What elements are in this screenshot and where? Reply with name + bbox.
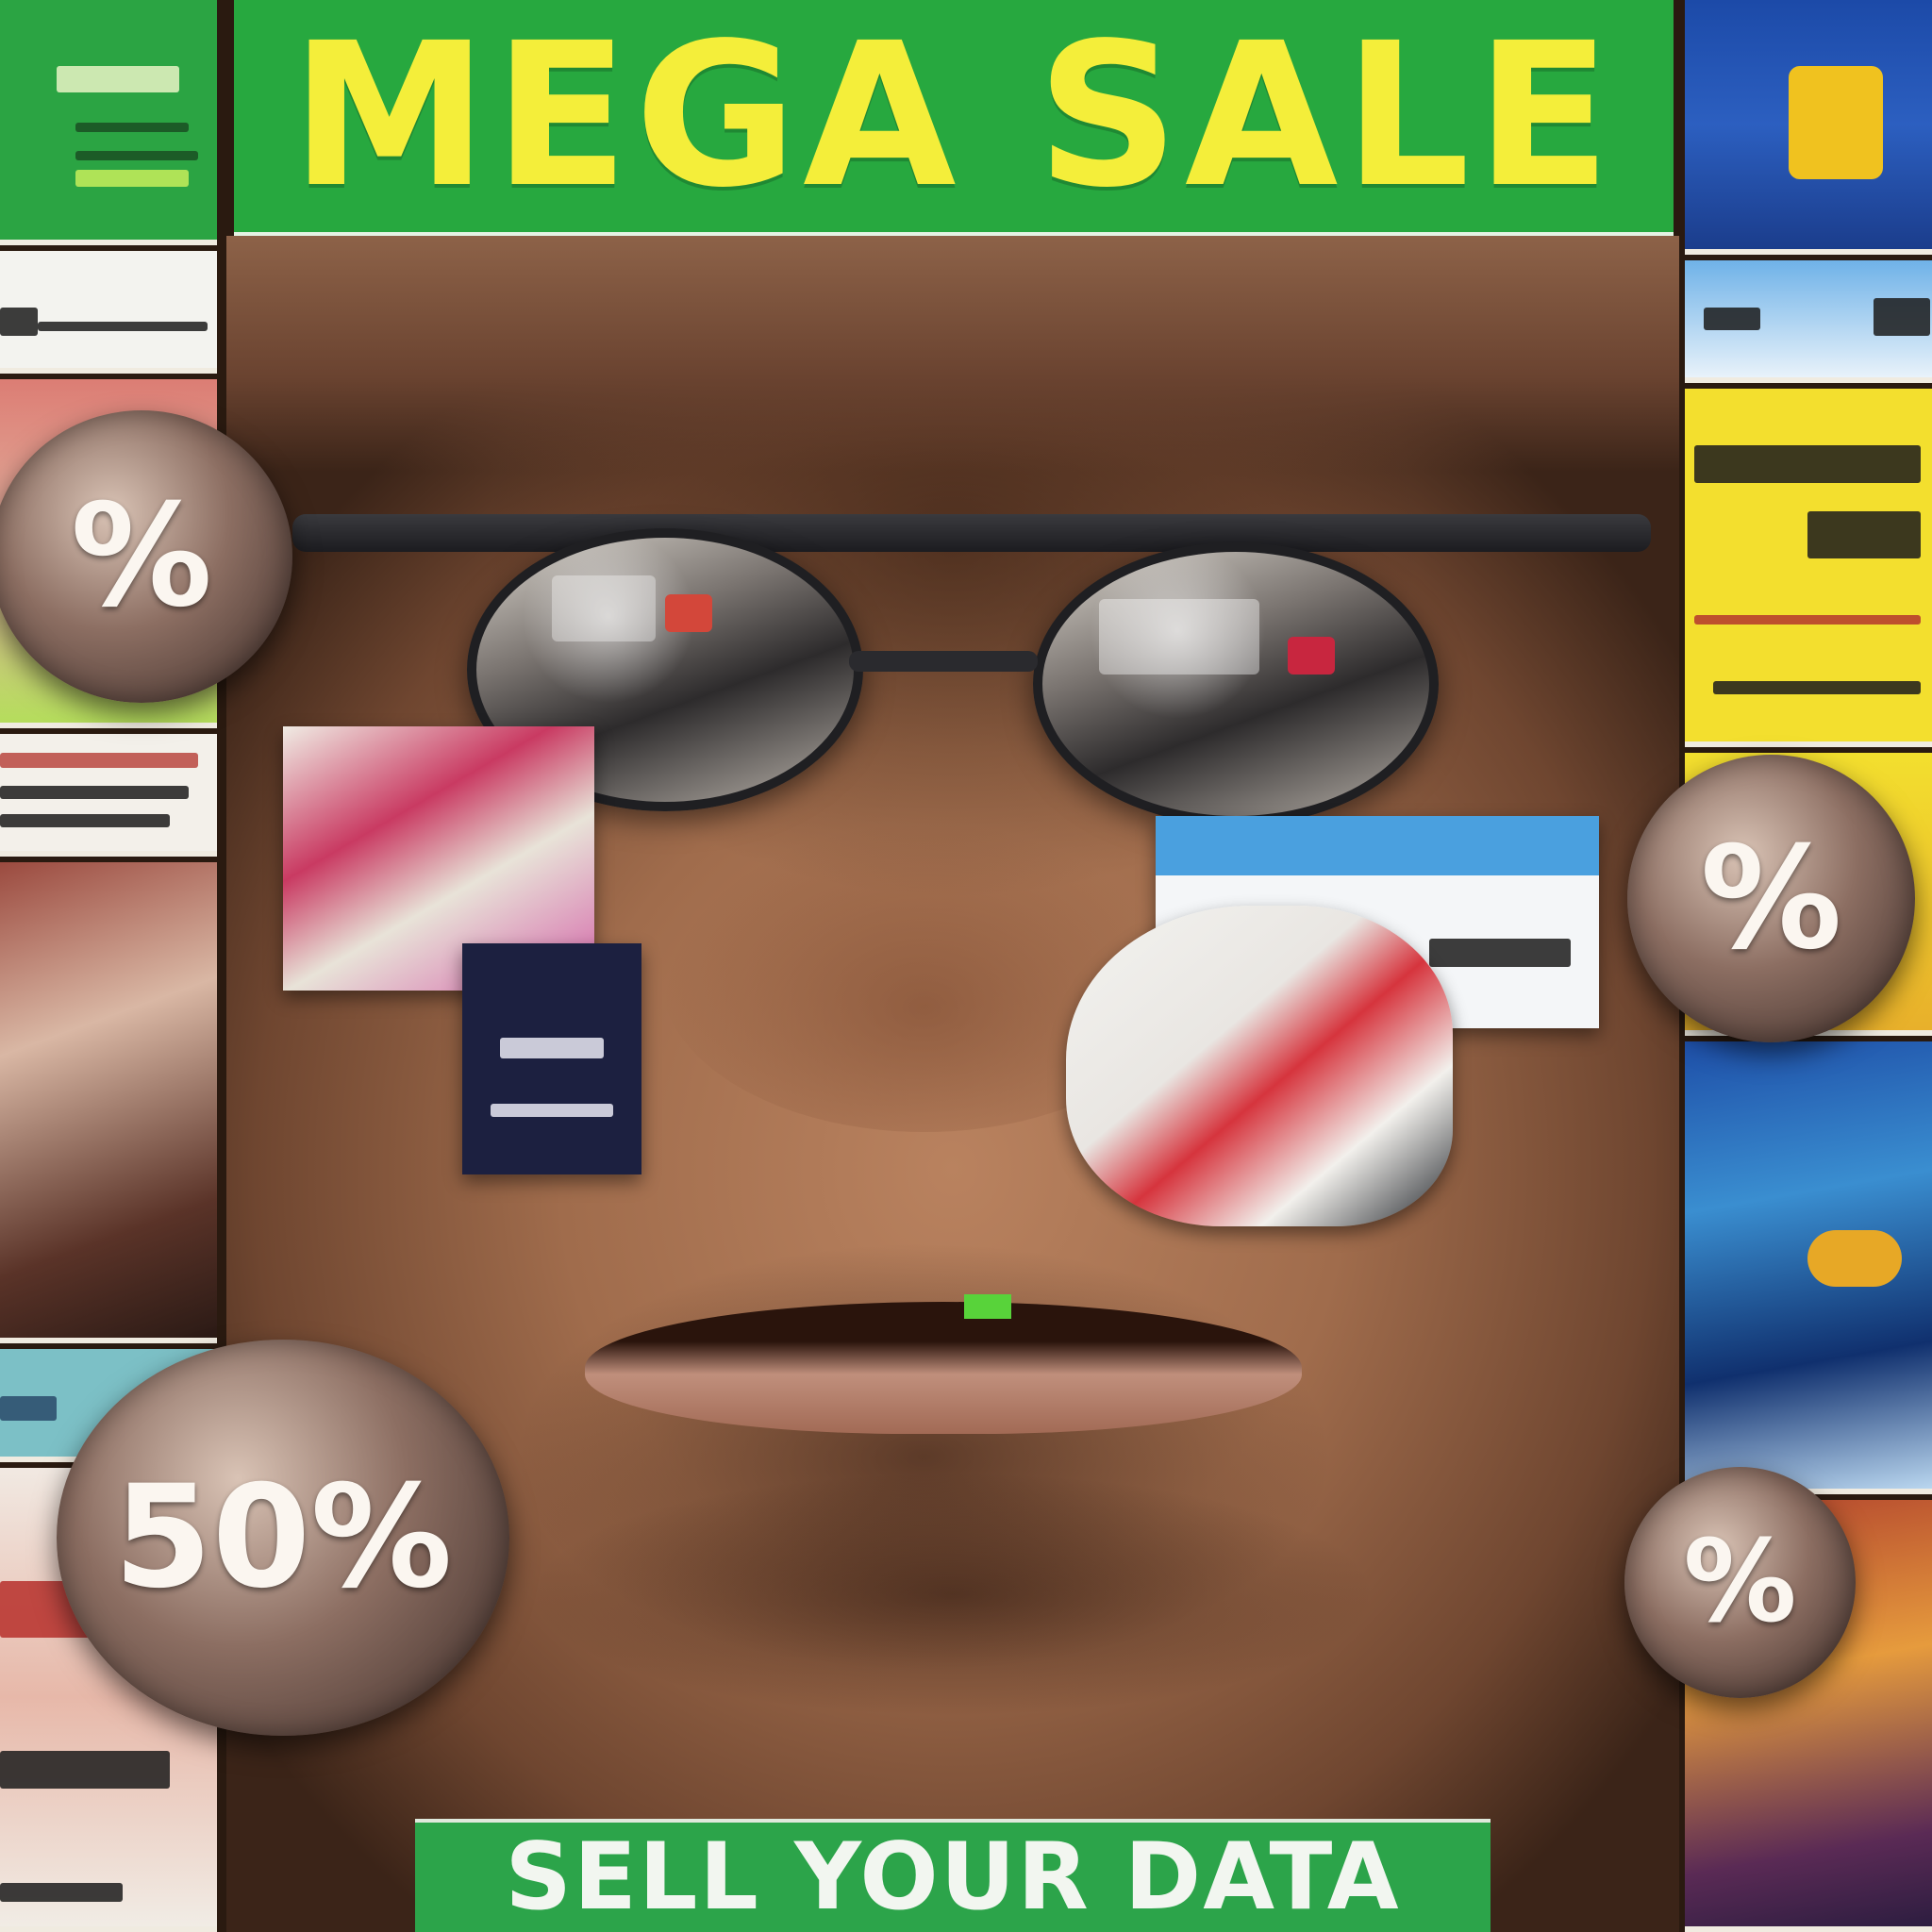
discount-badge-label: 50% — [113, 1456, 453, 1620]
sunglasses-bridge — [849, 651, 1038, 672]
discount-badge-left-bottom: 50% — [57, 1340, 509, 1736]
discount-badge-label: % — [1700, 816, 1842, 981]
banner-title: MEGA SALE — [291, 0, 1617, 231]
mouth — [585, 1302, 1302, 1434]
left-ad-tile-1 — [0, 0, 217, 245]
discount-badge-label: % — [1683, 1517, 1797, 1648]
footer-banner-text: SELL YOUR DATA — [505, 1824, 1401, 1931]
hair — [226, 236, 1679, 472]
mega-sale-banner: MEGA SALE — [234, 0, 1674, 236]
right-ad-tile-5 — [1685, 1041, 1932, 1494]
left-ad-tile-4 — [0, 734, 217, 857]
sunglasses-frame — [292, 514, 1651, 552]
sunglasses-right-lens — [1033, 542, 1439, 825]
sneaker-ad-card — [1066, 906, 1453, 1226]
mouth-highlight — [964, 1294, 1011, 1319]
right-ad-tile-1 — [1685, 0, 1932, 255]
price-tag-card — [462, 943, 641, 1174]
discount-badge-right-bottom: % — [1624, 1467, 1856, 1698]
discount-badge-left-top: % — [0, 410, 292, 703]
left-ad-tile-5 — [0, 862, 217, 1343]
right-ad-tile-3 — [1685, 389, 1932, 747]
chin-shadow — [528, 1472, 1377, 1717]
discount-badge-label: % — [70, 475, 213, 639]
left-ad-tile-2 — [0, 251, 217, 374]
sell-your-data-banner: SELL YOUR DATA — [415, 1819, 1491, 1932]
discount-badge-right-middle: % — [1627, 755, 1915, 1042]
right-ad-tile-2 — [1685, 260, 1932, 383]
